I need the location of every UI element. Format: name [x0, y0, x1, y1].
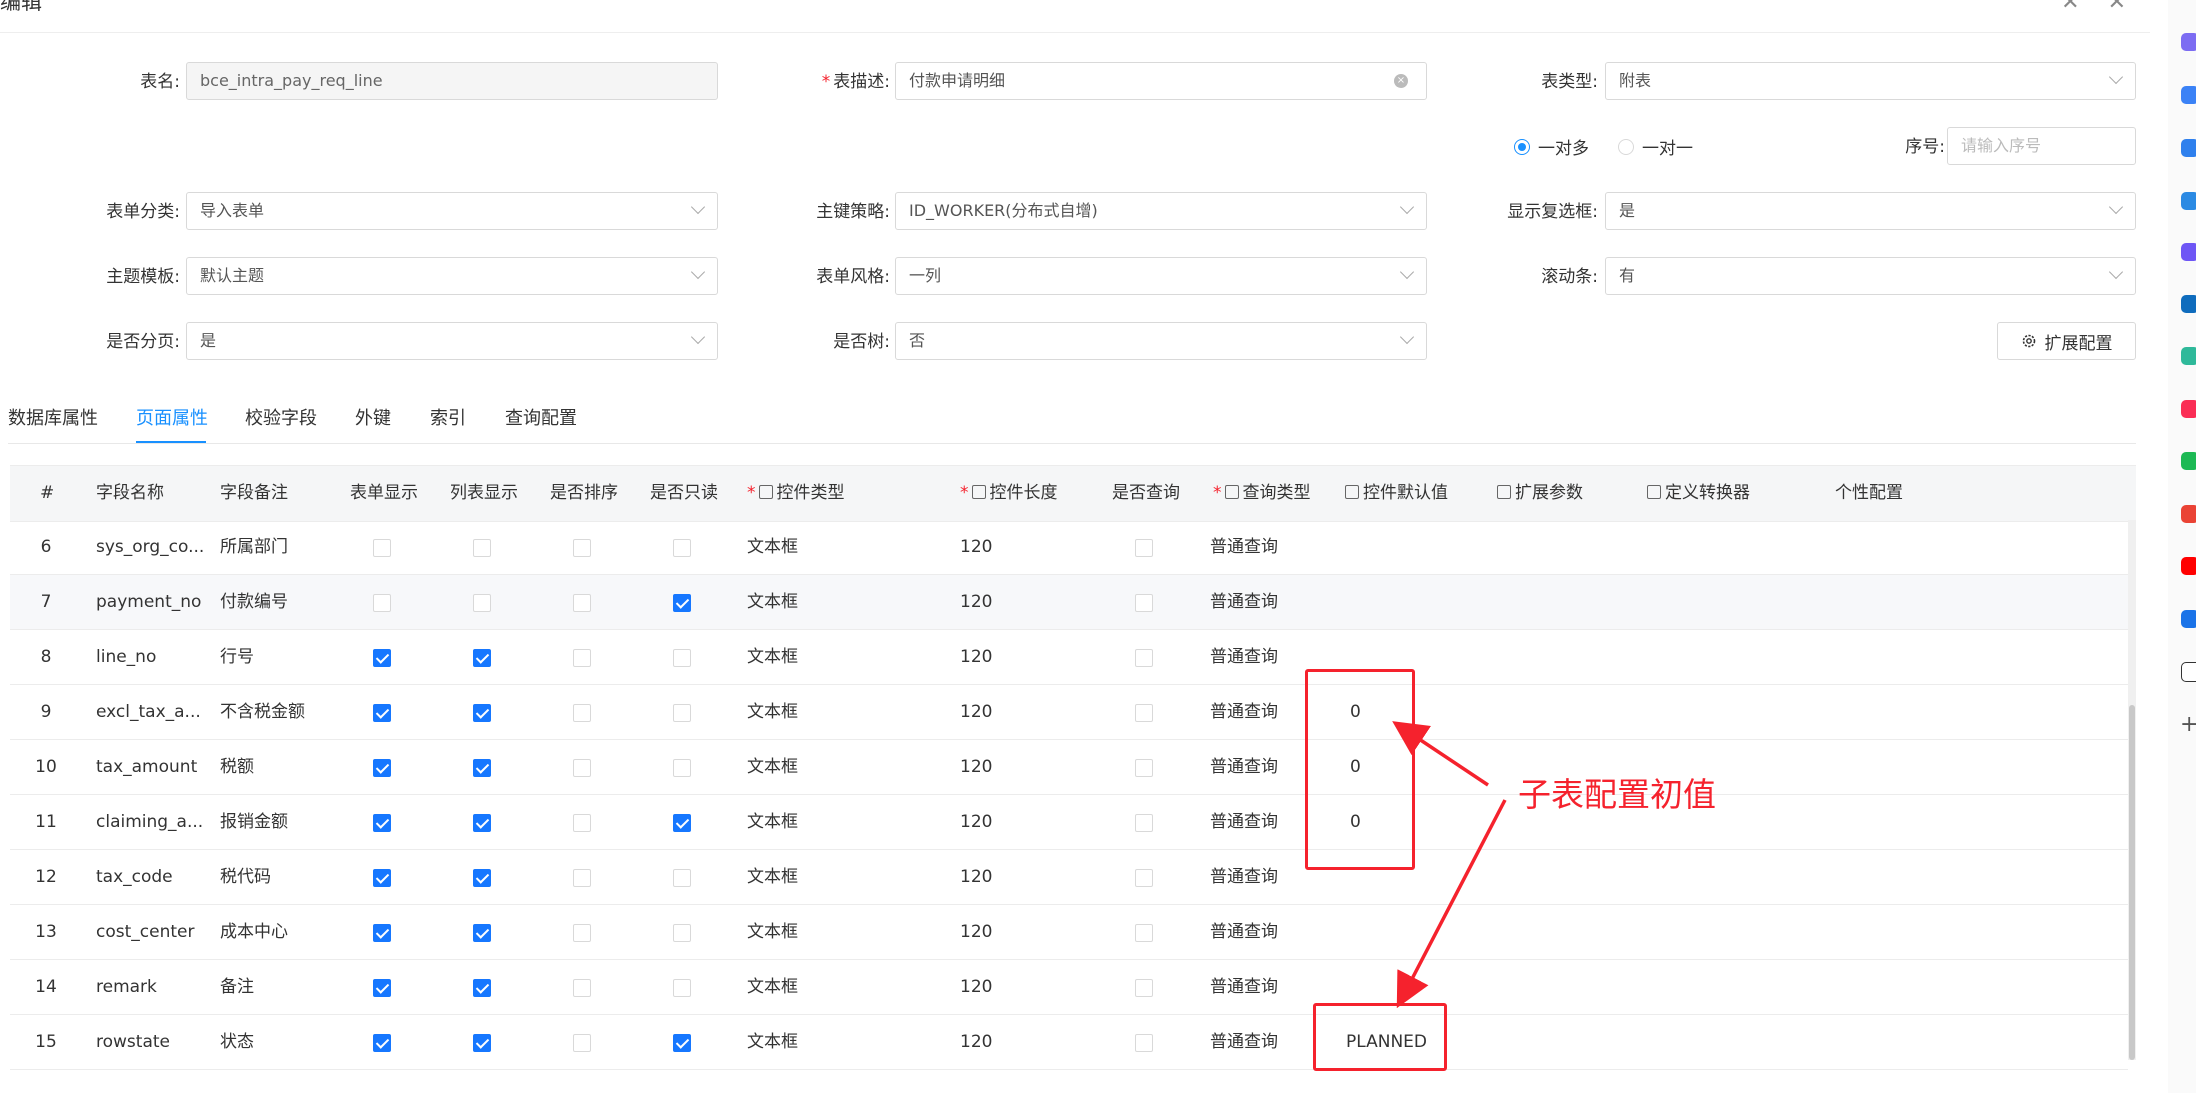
user-icon[interactable] — [2181, 192, 2196, 210]
gmail-icon[interactable] — [2181, 505, 2196, 523]
browser-sidebar: + — [2168, 0, 2196, 1093]
add-icon[interactable]: + — [2180, 712, 2196, 737]
briefcase-icon[interactable] — [2181, 139, 2196, 157]
arrow-to-defaults — [1392, 721, 1489, 787]
music-icon[interactable] — [2181, 400, 2196, 418]
tag-icon[interactable] — [2181, 86, 2196, 104]
spotify-icon[interactable] — [2181, 452, 2196, 470]
calendar-icon[interactable] — [2181, 610, 2196, 628]
youtube-icon[interactable] — [2181, 557, 2196, 575]
sparkle-icon[interactable] — [2181, 33, 2196, 51]
cloud-icon[interactable] — [2181, 347, 2196, 365]
wikipedia-icon[interactable] — [2181, 662, 2196, 682]
arrow-to-planned — [1396, 799, 1507, 1009]
copilot-icon[interactable] — [2181, 243, 2196, 261]
annotation-arrows — [1392, 721, 1507, 1009]
outlook-icon[interactable] — [2181, 295, 2196, 313]
